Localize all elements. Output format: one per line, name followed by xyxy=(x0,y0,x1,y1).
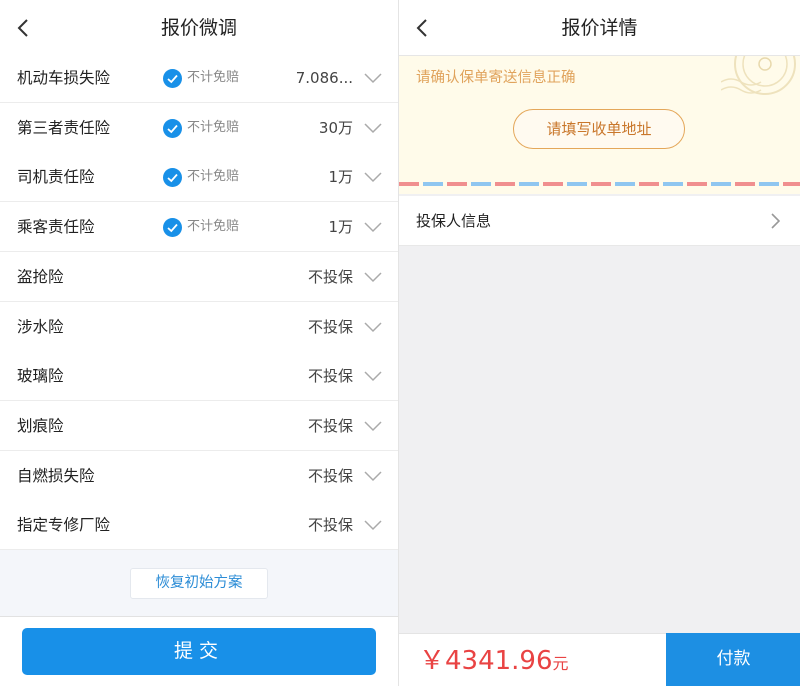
submit-button[interactable]: 提交 xyxy=(22,628,376,675)
coverage-name: 指定专修厂险 xyxy=(17,516,111,535)
coverage-row[interactable]: 盗抢险 不投保 xyxy=(0,251,398,302)
chevron-down-icon[interactable] xyxy=(364,221,382,233)
quote-adjust-screen: 报价微调 机动车损失险 不计免赔 7.086... 第三者责任险 不计免赔 30万 司机责任… xyxy=(0,0,398,686)
coverage-row[interactable]: 玻璃险 不投保 xyxy=(0,351,398,402)
check-circle-icon[interactable] xyxy=(163,168,182,188)
coverage-name: 涉水险 xyxy=(17,317,64,336)
no-deductible-label: 不计免赔 xyxy=(187,119,240,135)
price-unit: 元 xyxy=(552,654,569,673)
check-circle-icon[interactable] xyxy=(163,69,182,88)
chevron-down-icon[interactable] xyxy=(364,420,382,432)
coverage-value: 30万 xyxy=(318,118,353,137)
chevron-down-icon[interactable] xyxy=(364,122,382,134)
coverage-value: 不投保 xyxy=(307,367,353,386)
page-title: 报价微调 xyxy=(160,17,237,39)
policyholder-info-row[interactable]: 投保人信息 xyxy=(399,196,800,246)
no-deductible-label: 不计免赔 xyxy=(187,169,240,185)
fill-address-button[interactable]: 请填写收单地址 xyxy=(513,109,685,149)
check-circle-icon[interactable] xyxy=(163,218,182,238)
total-price: ￥4341.96元 xyxy=(419,633,569,686)
chevron-down-icon[interactable] xyxy=(364,321,382,333)
coverage-row[interactable]: 司机责任险 不计免赔 1万 xyxy=(0,152,398,203)
chevron-down-icon[interactable] xyxy=(364,370,382,382)
airmail-border xyxy=(399,182,800,186)
page-title: 报价详情 xyxy=(561,17,638,39)
no-deductible-label: 不计免赔 xyxy=(187,219,240,235)
coverage-row[interactable]: 乘客责任险 不计免赔 1万 xyxy=(0,202,398,253)
envelope-hint: 请确认保单寄送信息正确 xyxy=(416,70,576,86)
shipping-envelope-card: 请确认保单寄送信息正确 请填写收单地址 xyxy=(399,56,800,194)
restore-default-button[interactable]: 恢复初始方案 xyxy=(130,568,268,599)
coverage-name: 划痕险 xyxy=(17,416,64,435)
price-amount: ￥4341.96 xyxy=(419,646,553,676)
coverage-row[interactable]: 指定专修厂险 不投保 xyxy=(0,500,398,551)
coverage-row[interactable]: 第三者责任险 不计免赔 30万 xyxy=(0,102,398,153)
chevron-right-icon xyxy=(771,213,780,229)
postmark-stamp-icon xyxy=(721,56,796,95)
coverage-name: 盗抢险 xyxy=(17,267,64,286)
nav-bar: 报价详情 xyxy=(399,0,800,56)
coverage-row[interactable]: 涉水险 不投保 xyxy=(0,301,398,352)
coverage-value: 1万 xyxy=(328,168,353,187)
coverage-value: 7.086... xyxy=(295,69,353,87)
quote-detail-screen: 报价详情 请确认保单寄送信息正确 请填写收单地址 投保人信息 ￥4341.96元… xyxy=(398,0,800,686)
coverage-name: 机动车损失险 xyxy=(17,69,111,87)
coverage-value: 不投保 xyxy=(307,267,353,286)
chevron-down-icon[interactable] xyxy=(364,271,382,283)
chevron-down-icon[interactable] xyxy=(364,470,382,482)
pay-button[interactable]: 付款 xyxy=(666,633,800,686)
coverage-value: 不投保 xyxy=(307,516,353,535)
coverage-name: 玻璃险 xyxy=(17,367,64,386)
chevron-down-icon[interactable] xyxy=(364,519,382,531)
coverage-value: 不投保 xyxy=(307,466,353,485)
coverage-value: 不投保 xyxy=(307,416,353,435)
coverage-name: 第三者责任险 xyxy=(17,118,111,137)
policyholder-info-label: 投保人信息 xyxy=(416,212,492,230)
chevron-down-icon[interactable] xyxy=(364,171,382,183)
check-circle-icon[interactable] xyxy=(163,118,182,138)
coverage-value: 1万 xyxy=(328,218,353,237)
coverage-row[interactable]: 划痕险 不投保 xyxy=(0,400,398,451)
coverage-value: 不投保 xyxy=(307,317,353,336)
nav-bar: 报价微调 xyxy=(0,0,398,56)
coverage-row[interactable]: 机动车损失险 不计免赔 7.086... xyxy=(0,53,398,103)
no-deductible-label: 不计免赔 xyxy=(187,70,240,85)
chevron-down-icon[interactable] xyxy=(364,72,382,84)
coverage-row[interactable]: 自燃损失险 不投保 xyxy=(0,450,398,501)
coverage-name: 自燃损失险 xyxy=(17,466,95,485)
coverage-name: 乘客责任险 xyxy=(17,218,95,237)
coverage-name: 司机责任险 xyxy=(17,168,95,187)
